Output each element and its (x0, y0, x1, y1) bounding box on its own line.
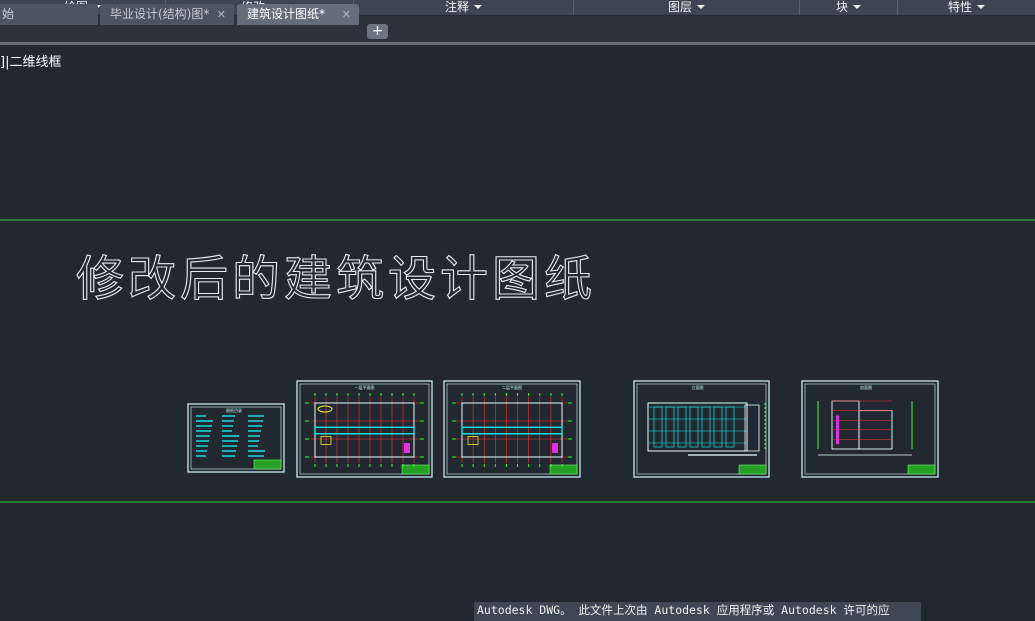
ribbon-panel-properties[interactable]: 特性 (898, 0, 1035, 15)
svg-text:一层平面图: 一层平面图 (355, 384, 375, 390)
drawing-sheet-3[interactable]: 二层平面图 (443, 380, 581, 478)
drawing-canvas[interactable]: 修改后的建筑设计图纸图纸目录 一层平面图 二层平面图 立面图 剖面图 (0, 45, 1035, 602)
chevron-down-icon (474, 5, 482, 9)
ribbon-panel-label: 块 (835, 0, 848, 14)
tab-graduation-design-structure[interactable]: 毕业设计(结构)图* ✕ (100, 4, 234, 25)
close-icon[interactable]: ✕ (342, 4, 351, 25)
ribbon-panel-block[interactable]: 块 (800, 0, 898, 15)
tab-architectural-drawings[interactable]: 建筑设计图纸* ✕ (237, 4, 359, 25)
tab-start[interactable]: 始 (0, 4, 98, 25)
tab-label: 毕业设计(结构)图* (110, 7, 210, 21)
svg-text:二层平面图: 二层平面图 (502, 384, 522, 390)
ribbon-panel-annotate[interactable]: 注释 (354, 0, 574, 15)
ribbon-panel-label: 注释 (444, 0, 469, 14)
svg-text:立面图: 立面图 (692, 384, 704, 390)
ribbon-panel-label: 图层 (667, 0, 692, 14)
ribbon-panel-layers[interactable]: 图层 (574, 0, 800, 15)
chevron-down-icon (697, 5, 705, 9)
tab-label: 建筑设计图纸* (247, 7, 326, 21)
ribbon-panel-label: 特性 (947, 0, 972, 14)
svg-text:图纸目录: 图纸目录 (226, 407, 242, 413)
close-icon[interactable]: ✕ (217, 4, 226, 25)
drawing-sheet-4[interactable]: 立面图 (633, 380, 770, 478)
chevron-down-icon (853, 5, 861, 9)
tab-label: 始 (2, 7, 15, 21)
chevron-down-icon (977, 5, 985, 9)
dwg-file-notice: Autodesk DWG。 此文件上次由 Autodesk 应用程序或 Auto… (474, 602, 921, 621)
drawing-heading: 修改后的建筑设计图纸 (76, 251, 596, 307)
svg-text:剖面图: 剖面图 (860, 384, 872, 390)
new-tab-button[interactable]: + (367, 24, 388, 39)
drawing-sheet-5[interactable]: 剖面图 (801, 380, 939, 478)
drawing-sheet-2[interactable]: 一层平面图 (296, 380, 433, 478)
drawing-sheet-1[interactable]: 图纸目录 (187, 403, 285, 473)
